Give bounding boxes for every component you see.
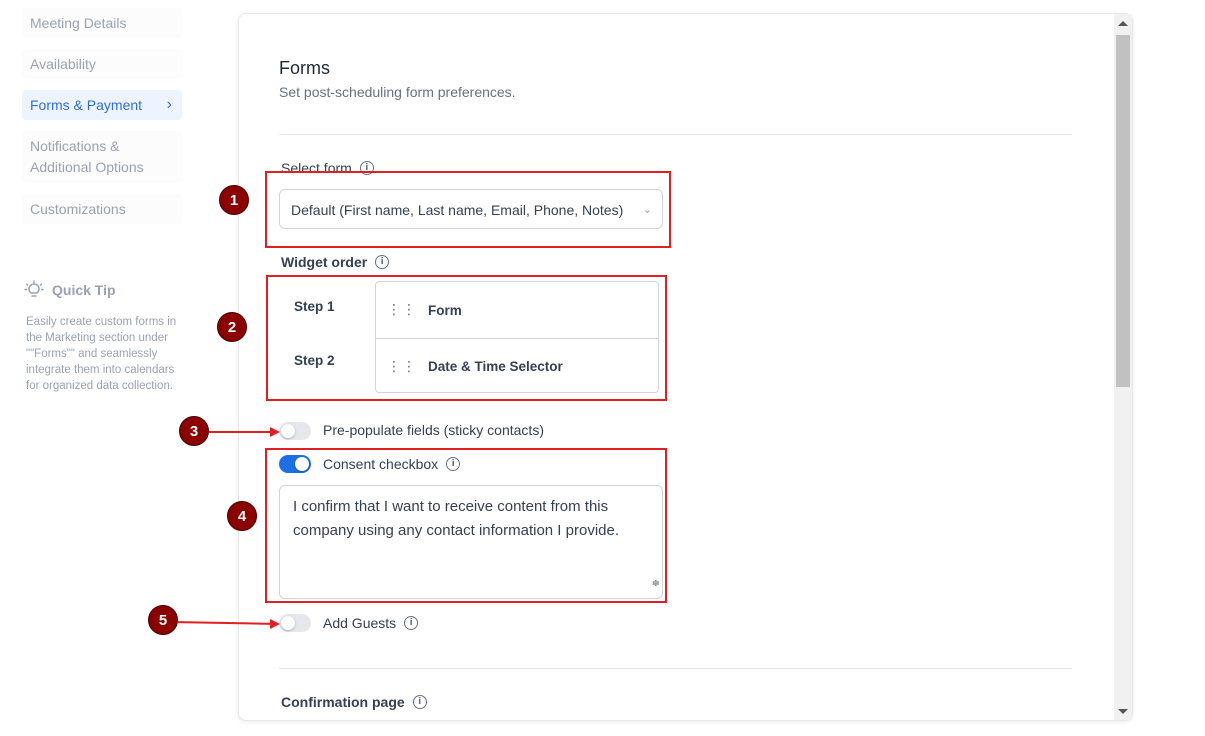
highlight-box-select-form: [265, 171, 671, 248]
quick-tip-text: Easily create custom forms in the Market…: [26, 316, 177, 392]
annotation-badge-2: 2: [217, 312, 247, 342]
confirmation-page-label-text: Confirmation page: [281, 694, 405, 710]
annotation-arrow-5: [177, 621, 273, 625]
sidebar-item-customizations[interactable]: Customizations: [22, 194, 182, 224]
annotation-badge-1: 1: [219, 185, 249, 215]
chevron-right-icon: ›: [166, 96, 172, 113]
highlight-box-widget-order: [266, 275, 667, 401]
annotation-badge-4: 4: [227, 501, 257, 531]
sidebar-item-availability[interactable]: Availability: [22, 49, 182, 79]
quick-tip: Quick Tip Easily create custom forms in …: [24, 280, 184, 394]
toggle-knob: [281, 424, 295, 438]
sidebar-item-forms-payment[interactable]: Forms & Payment ›: [22, 90, 182, 120]
section-title: Forms: [279, 58, 330, 78]
add-guests-label: Add Guests i: [323, 615, 419, 631]
annotation-arrow-3: [209, 431, 271, 433]
divider: [279, 134, 1072, 135]
sidebar-item-meeting-details[interactable]: Meeting Details: [22, 8, 182, 38]
scroll-up-arrow-icon[interactable]: [1118, 21, 1128, 26]
confirmation-page-label: Confirmation page i: [281, 694, 427, 710]
arrow-head-icon: [270, 619, 280, 629]
widget-order-label-text: Widget order: [281, 254, 368, 270]
scroll-down-arrow-icon[interactable]: [1118, 709, 1128, 714]
toggle-knob: [281, 616, 295, 630]
vertical-scrollbar[interactable]: [1114, 14, 1132, 720]
annotation-badge-5: 5: [148, 605, 178, 635]
highlight-box-consent: [265, 448, 667, 603]
arrow-head-icon: [270, 427, 280, 437]
scrollbar-thumb[interactable]: [1116, 35, 1130, 387]
lightbulb-icon: [24, 280, 44, 297]
info-icon[interactable]: i: [412, 695, 427, 709]
prepopulate-label: Pre-populate fields (sticky contacts): [323, 422, 544, 438]
settings-sidebar: Meeting Details Availability Forms & Pay…: [22, 8, 182, 235]
widget-order-label: Widget order i: [281, 254, 390, 270]
section-subtitle: Set post-scheduling form preferences.: [279, 84, 516, 100]
quick-tip-title: Quick Tip: [52, 282, 116, 298]
info-icon[interactable]: i: [404, 616, 419, 630]
info-icon[interactable]: i: [375, 255, 390, 269]
add-guests-toggle[interactable]: [279, 614, 311, 632]
annotation-badge-3: 3: [179, 416, 209, 446]
add-guests-label-text: Add Guests: [323, 615, 397, 631]
sidebar-item-label: Forms & Payment: [30, 97, 143, 113]
prepopulate-toggle[interactable]: [279, 422, 311, 440]
divider: [279, 668, 1072, 669]
sidebar-item-notifications[interactable]: Notifications & Additional Options: [22, 131, 182, 183]
